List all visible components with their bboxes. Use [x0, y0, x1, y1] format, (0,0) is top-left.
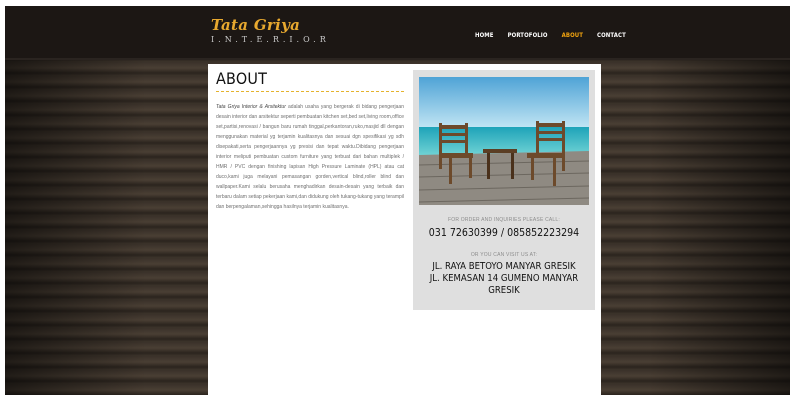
- content-panel: ABOUT Tata Griya Interior & Arsitektur a…: [208, 64, 601, 395]
- contact-sidebar: FOR ORDER AND INQUIRIES PLEASE CALL: 031…: [413, 70, 595, 310]
- nav-contact[interactable]: CONTACT: [597, 32, 626, 39]
- patio-scene: [419, 77, 589, 205]
- site-logo[interactable]: Tata Griya I.N.T.E.R.I.O.R: [211, 18, 330, 45]
- company-name: Tata Griya Interior & Arsitektur: [216, 104, 286, 110]
- visit-caption: OR YOU CAN VISIT US AT:: [470, 252, 538, 258]
- logo-subtitle: I.N.T.E.R.I.O.R: [211, 35, 330, 44]
- order-caption: FOR ORDER AND INQUIRIES PLEASE CALL:: [448, 217, 560, 223]
- page-title: ABOUT: [216, 69, 268, 88]
- address-line-2: JL. KEMASAN 14 GUMENO MANYAR: [429, 273, 579, 284]
- nav-portofolio[interactable]: PORTOFOLIO: [508, 32, 548, 39]
- address-line-1: JL. RAYA BETOYO MANYAR GRESIK: [432, 261, 576, 272]
- patio-chairs-image: [419, 77, 589, 205]
- title-divider: [216, 91, 404, 92]
- logo-title: Tata Griya: [211, 16, 301, 34]
- about-paragraph: Tata Griya Interior & Arsitektur adalah …: [216, 102, 404, 212]
- about-body: adalah usaha yang bergerak di bidang pen…: [216, 104, 404, 210]
- nav-home[interactable]: HOME: [475, 32, 494, 39]
- nav-about[interactable]: ABOUT: [562, 32, 583, 39]
- page-frame: Tata Griya I.N.T.E.R.I.O.R HOME PORTOFOL…: [5, 6, 790, 395]
- site-header: Tata Griya I.N.T.E.R.I.O.R HOME PORTOFOL…: [5, 6, 790, 60]
- phone-numbers: 031 72630399 / 085852223294: [428, 227, 580, 239]
- main-nav: HOME PORTOFOLIO ABOUT CONTACT: [475, 32, 626, 39]
- address-line-3: GRESIK: [488, 285, 520, 296]
